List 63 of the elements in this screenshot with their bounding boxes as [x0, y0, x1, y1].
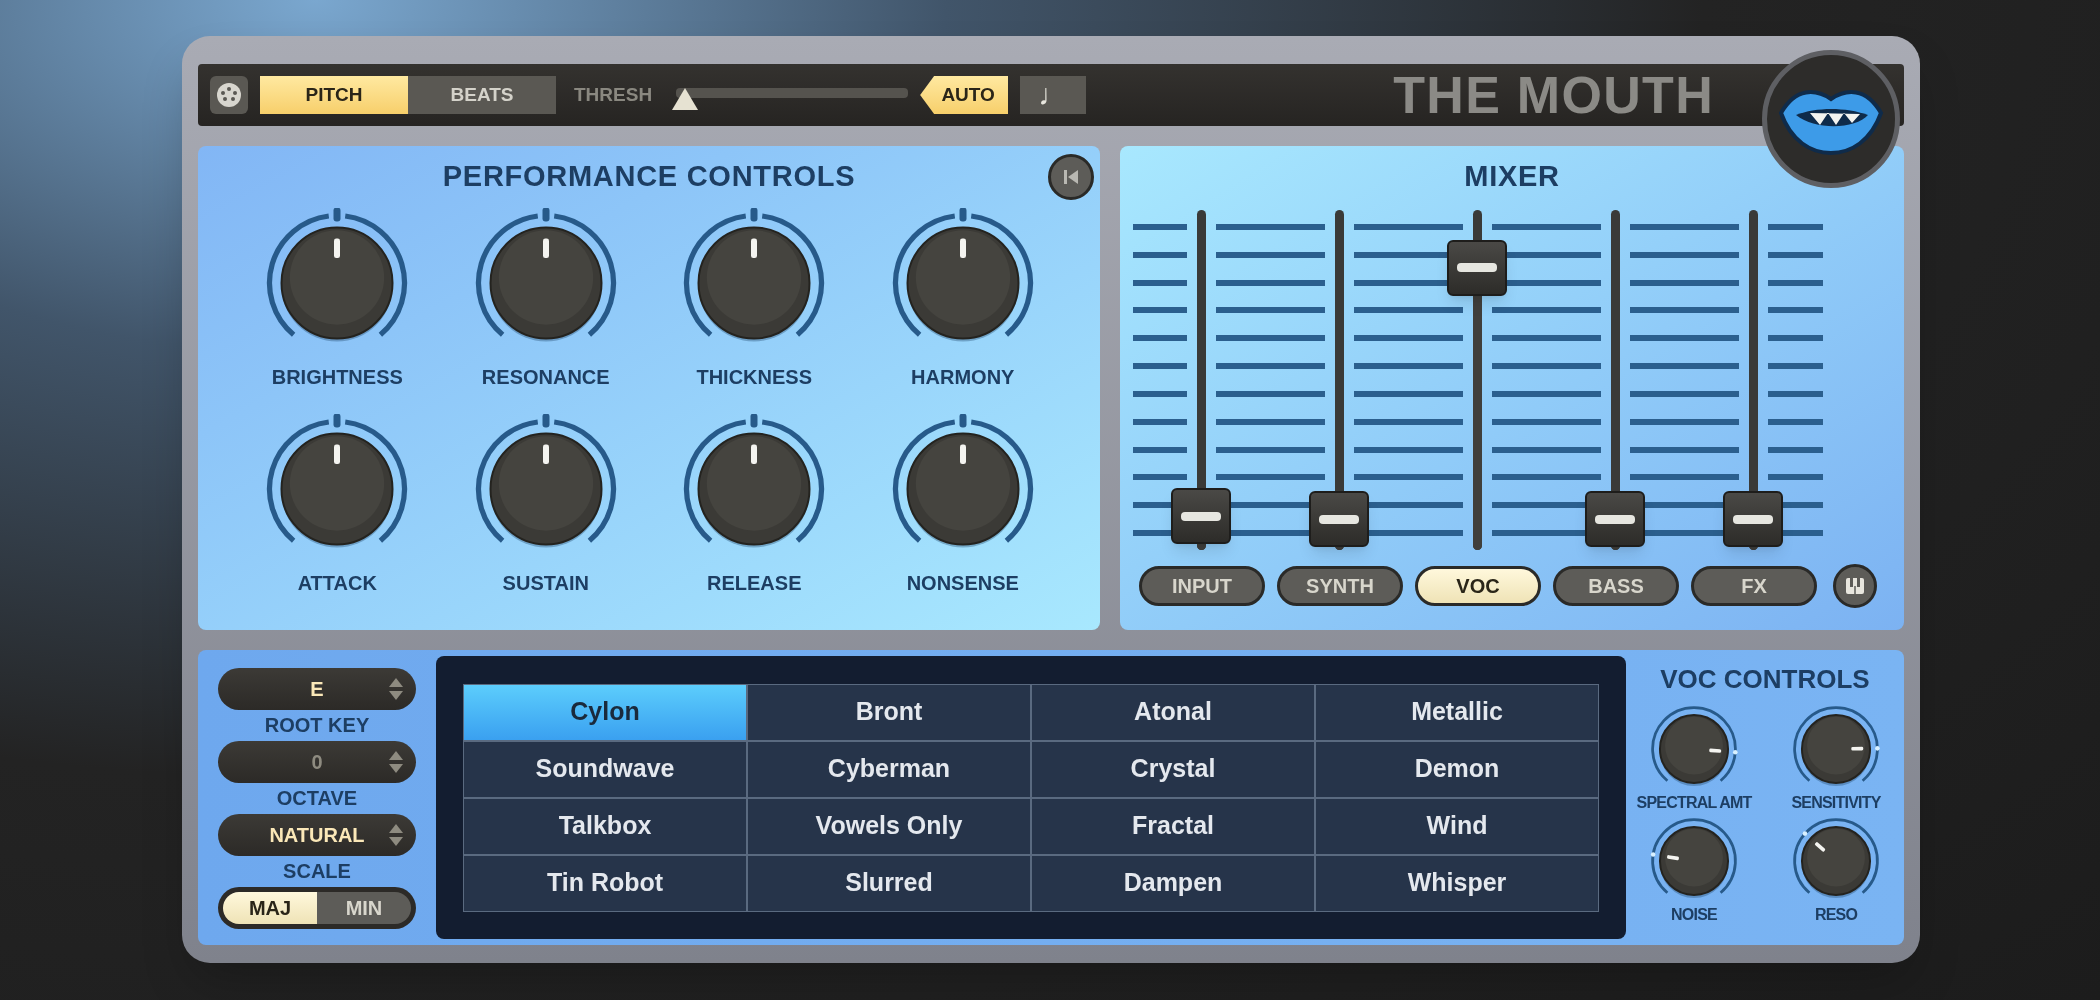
- field-label: ROOT KEY: [264, 713, 370, 738]
- knob-label: RELEASE: [707, 571, 802, 596]
- mode-toggle-option[interactable]: MAJ: [223, 892, 317, 924]
- knob-label: NONSENSE: [906, 571, 1019, 596]
- skip-back-button[interactable]: [1048, 154, 1094, 200]
- panel-title: VOC CONTROLS: [1660, 663, 1870, 696]
- knob-label: SENSITIVITY: [1791, 793, 1881, 813]
- skip-back-icon: [1061, 167, 1081, 187]
- mode-toggle-option[interactable]: MIN: [317, 892, 411, 924]
- fader-thumb[interactable]: [1723, 491, 1783, 548]
- preset-item[interactable]: Demon: [1316, 741, 1598, 797]
- stepper-field[interactable]: 0: [218, 741, 416, 783]
- preset-item[interactable]: Metallic: [1316, 684, 1598, 740]
- stepper-arrows-icon[interactable]: [388, 750, 404, 774]
- preset-item[interactable]: Atonal: [1032, 684, 1314, 740]
- preset-item[interactable]: Cyberman: [748, 741, 1030, 797]
- stepper-arrows-icon[interactable]: [388, 823, 404, 847]
- knob-label: RESONANCE: [481, 365, 610, 390]
- knob-label: BRIGHTNESS: [271, 365, 403, 390]
- fader-thumb[interactable]: [1171, 488, 1231, 544]
- field-label: SCALE: [283, 859, 351, 884]
- knob-label: HARMONY: [911, 365, 1015, 390]
- knob-label: SUSTAIN: [502, 571, 589, 596]
- preset-item[interactable]: Tin Robot: [464, 855, 746, 911]
- knob-label: SPECTRAL AMT: [1636, 793, 1752, 813]
- auto-tag[interactable]: AUTO: [920, 76, 1009, 114]
- channel-button[interactable]: SYNTH: [1277, 566, 1403, 606]
- fader-thumb[interactable]: [1447, 239, 1507, 296]
- stepper-field[interactable]: NATURAL: [218, 814, 416, 856]
- threshold-label: THRESH: [574, 82, 653, 107]
- plugin-title: THE MOUTH: [1393, 65, 1714, 126]
- preset-item[interactable]: Wind: [1316, 798, 1598, 854]
- knob-label: THICKNESS: [696, 365, 813, 390]
- stepper-arrows-icon[interactable]: [388, 677, 404, 701]
- slider-thumb[interactable]: [672, 88, 699, 110]
- field-label: OCTAVE: [276, 786, 358, 811]
- preset-item[interactable]: Vowels Only: [748, 798, 1030, 854]
- preset-item[interactable]: Fractal: [1032, 798, 1314, 854]
- knob-label: NOISE: [1671, 905, 1717, 925]
- preset-item[interactable]: Whisper: [1316, 855, 1598, 911]
- channel-button[interactable]: BASS: [1553, 566, 1679, 606]
- preset-item[interactable]: Soundwave: [464, 741, 746, 797]
- note-button[interactable]: ♩: [1020, 76, 1087, 114]
- panel-title: PERFORMANCE CONTROLS: [442, 159, 856, 195]
- piano-keys-icon: [1845, 576, 1865, 596]
- mode-tab[interactable]: PITCH: [260, 76, 408, 114]
- knob-label: RESO: [1814, 905, 1858, 925]
- channel-button[interactable]: FX: [1691, 566, 1817, 606]
- panel-title: MIXER: [1464, 159, 1560, 195]
- stepper-field[interactable]: E: [218, 668, 416, 710]
- preset-item[interactable]: Dampen: [1032, 855, 1314, 911]
- preset-item[interactable]: Bront: [748, 684, 1030, 740]
- mode-tab[interactable]: BEATS: [408, 76, 556, 114]
- fader-thumb[interactable]: [1585, 491, 1645, 548]
- preset-item[interactable]: Slurred: [748, 855, 1030, 911]
- preset-item[interactable]: Crystal: [1032, 741, 1314, 797]
- preset-item[interactable]: Talkbox: [464, 798, 746, 854]
- knob-label: ATTACK: [297, 571, 377, 596]
- piano-button[interactable]: [1833, 564, 1877, 608]
- channel-button[interactable]: INPUT: [1139, 566, 1265, 606]
- preset-item[interactable]: Cylon: [464, 684, 746, 740]
- channel-button[interactable]: VOC: [1415, 566, 1541, 606]
- fader-thumb[interactable]: [1309, 491, 1369, 548]
